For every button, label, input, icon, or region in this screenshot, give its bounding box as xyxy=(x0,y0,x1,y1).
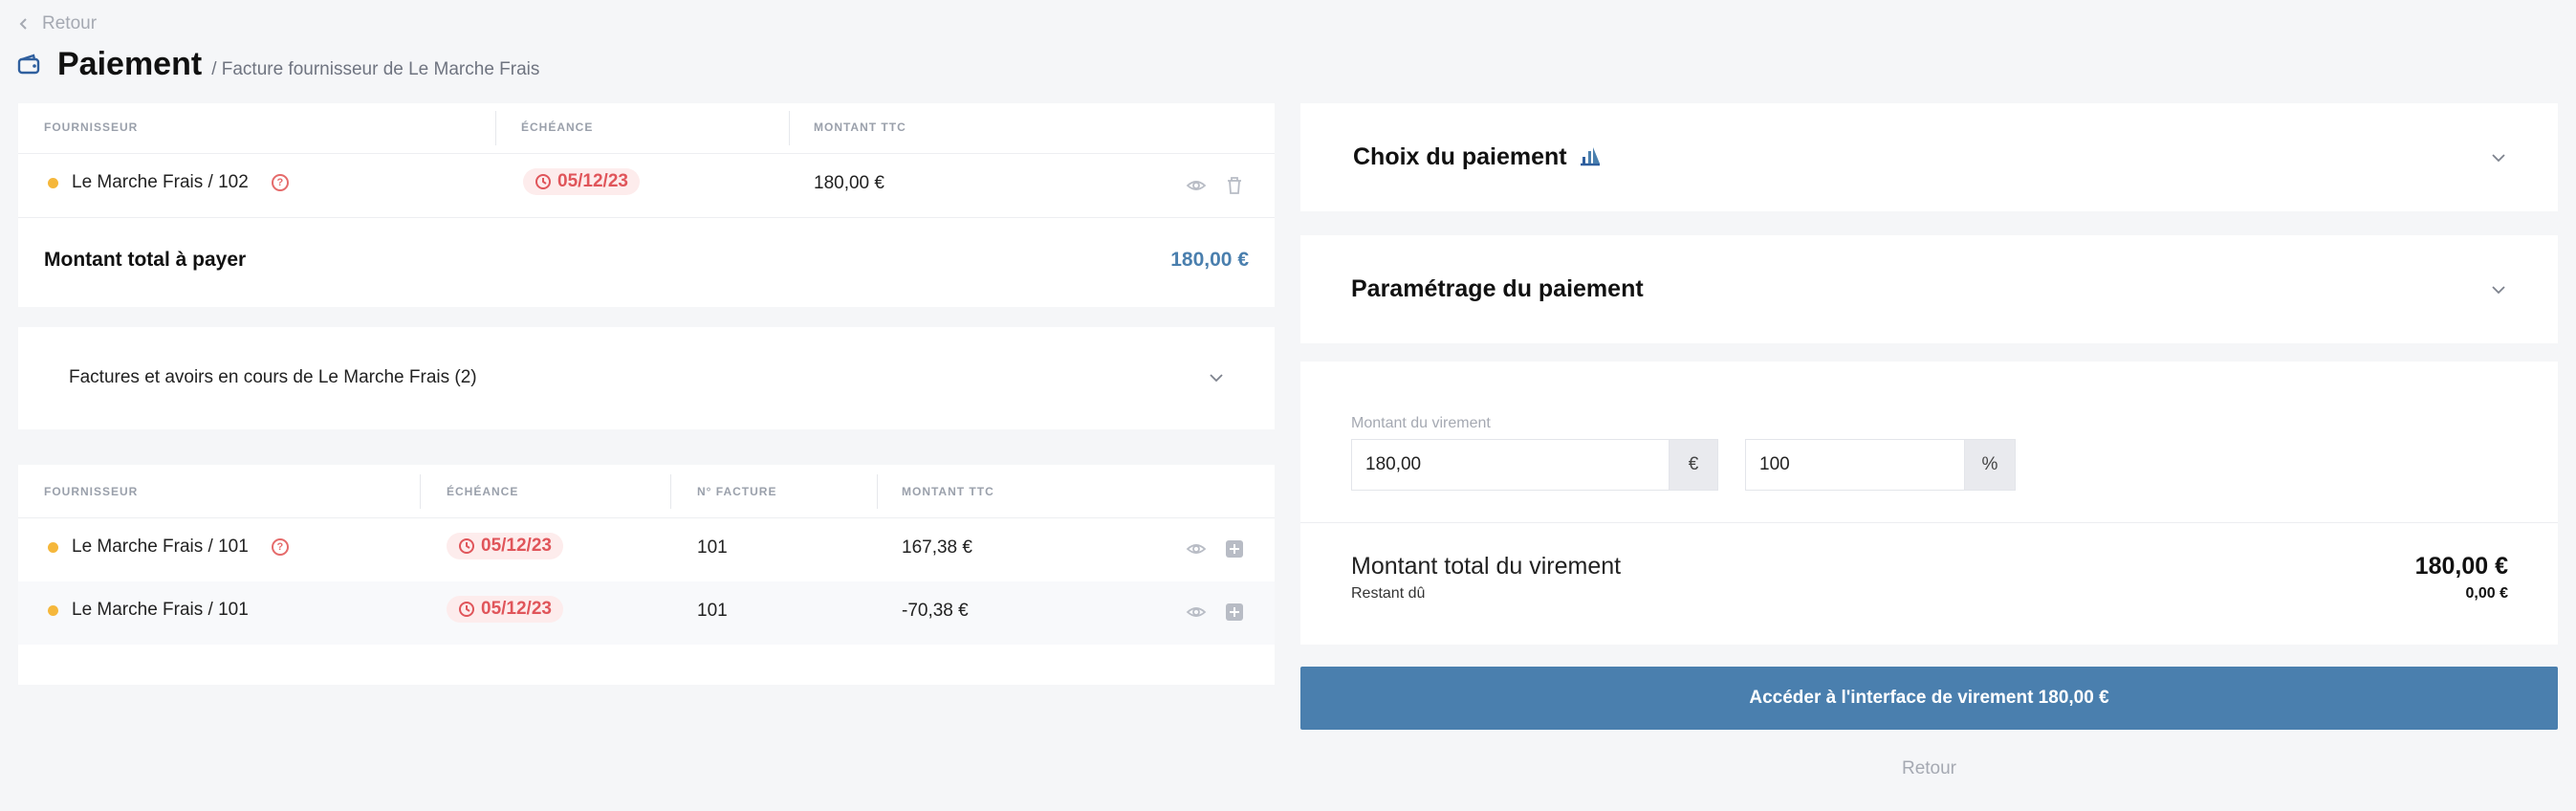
percent-addon: % xyxy=(1964,439,2016,491)
column-header-invoice: N° FACTURE xyxy=(697,485,777,498)
payment-choice-accordion[interactable]: Choix du paiement xyxy=(1300,103,2558,211)
due-date-badge: 05/12/23 xyxy=(447,533,563,559)
plus-square-icon[interactable] xyxy=(1223,601,1246,624)
eye-icon[interactable] xyxy=(1185,174,1208,197)
table-row[interactable]: Le Marche Frais / 101 ? xyxy=(48,537,289,558)
remaining-value: 0,00 € xyxy=(2465,585,2508,602)
transfer-card: Montant du virement 180,00 € 100 % Monta… xyxy=(1300,362,2558,645)
accordion-title: Factures et avoirs en cours de Le Marche… xyxy=(69,367,477,387)
column-header-amount: MONTANT TTC xyxy=(902,485,994,498)
supplier-name: Le Marche Frais / 102 xyxy=(72,172,249,192)
selected-invoice-card: FOURNISSEUR ÉCHÉANCE MONTANT TTC Le Marc… xyxy=(18,103,1275,307)
total-to-pay-value: 180,00 € xyxy=(1170,249,1249,271)
column-header-due: ÉCHÉANCE xyxy=(447,485,519,498)
transfer-percent-input[interactable]: 100 xyxy=(1745,439,1964,491)
open-transfer-interface-button[interactable]: Accéder à l'interface de virement 180,00… xyxy=(1300,667,2558,730)
status-dot xyxy=(48,541,58,553)
breadcrumb: / Facture fournisseur de Le Marche Frais xyxy=(211,59,540,79)
payment-settings-title: Paramétrage du paiement xyxy=(1351,275,1644,302)
bank-icon xyxy=(1581,147,1600,166)
transfer-total-label: Montant total du virement xyxy=(1351,553,1622,580)
supplier-name: Le Marche Frais / 101 xyxy=(72,537,249,557)
eye-icon[interactable] xyxy=(1185,537,1208,560)
question-icon[interactable]: ? xyxy=(271,538,289,556)
plus-square-icon[interactable] xyxy=(1223,537,1246,560)
clock-icon xyxy=(459,538,474,554)
transfer-total-value: 180,00 € xyxy=(2414,553,2508,580)
payment-choice-title: Choix du paiement xyxy=(1353,143,1567,170)
question-icon[interactable]: ? xyxy=(271,174,289,191)
column-header-supplier: FOURNISSEUR xyxy=(44,121,139,134)
page-header: Paiement / Facture fournisseur de Le Mar… xyxy=(17,46,539,83)
due-date-badge: 05/12/23 xyxy=(523,168,640,195)
total-to-pay-label: Montant total à payer xyxy=(44,249,247,271)
retour-button[interactable]: Retour xyxy=(1874,758,1984,779)
back-link-label: Retour xyxy=(42,13,98,33)
clock-icon xyxy=(459,602,474,617)
transfer-percent-group: 100 % xyxy=(1745,439,2016,491)
amount-cell: 180,00 € xyxy=(814,173,884,193)
due-date-badge: 05/12/23 xyxy=(447,596,563,623)
remaining-label: Restant dû xyxy=(1351,585,1426,602)
column-header-due: ÉCHÉANCE xyxy=(521,121,594,134)
status-dot xyxy=(48,177,58,188)
invoice-number: 101 xyxy=(697,537,728,558)
table-row[interactable]: Le Marche Frais / 101 xyxy=(48,600,249,621)
back-link[interactable]: Retour xyxy=(17,13,97,34)
trash-icon[interactable] xyxy=(1223,174,1246,197)
pending-invoices-accordion[interactable]: Factures et avoirs en cours de Le Marche… xyxy=(18,327,1275,429)
transfer-amount-label: Montant du virement xyxy=(1351,415,1491,431)
chevron-down-icon xyxy=(2492,154,2505,163)
table-row[interactable]: Le Marche Frais / 102 ? xyxy=(48,172,289,193)
transfer-amount-group: 180,00 € xyxy=(1351,439,1718,491)
column-header-supplier: FOURNISSEUR xyxy=(44,485,139,498)
eye-icon[interactable] xyxy=(1185,601,1208,624)
wallet-icon xyxy=(17,53,40,74)
currency-addon: € xyxy=(1669,439,1718,491)
column-header-amount: MONTANT TTC xyxy=(814,121,906,134)
amount-cell: 167,38 € xyxy=(902,537,972,558)
page-title: Paiement xyxy=(57,46,203,82)
invoice-number: 101 xyxy=(697,601,728,621)
chevron-left-icon xyxy=(19,18,27,30)
transfer-amount-input[interactable]: 180,00 xyxy=(1351,439,1669,491)
amount-cell: -70,38 € xyxy=(902,601,969,621)
pending-invoices-table: FOURNISSEUR ÉCHÉANCE N° FACTURE MONTANT … xyxy=(18,465,1275,685)
chevron-down-icon xyxy=(2492,286,2505,295)
status-dot xyxy=(48,604,58,616)
supplier-name: Le Marche Frais / 101 xyxy=(72,600,249,620)
clock-icon xyxy=(535,174,551,189)
chevron-down-icon xyxy=(1210,374,1223,383)
payment-settings-accordion[interactable]: Paramétrage du paiement xyxy=(1300,235,2558,343)
